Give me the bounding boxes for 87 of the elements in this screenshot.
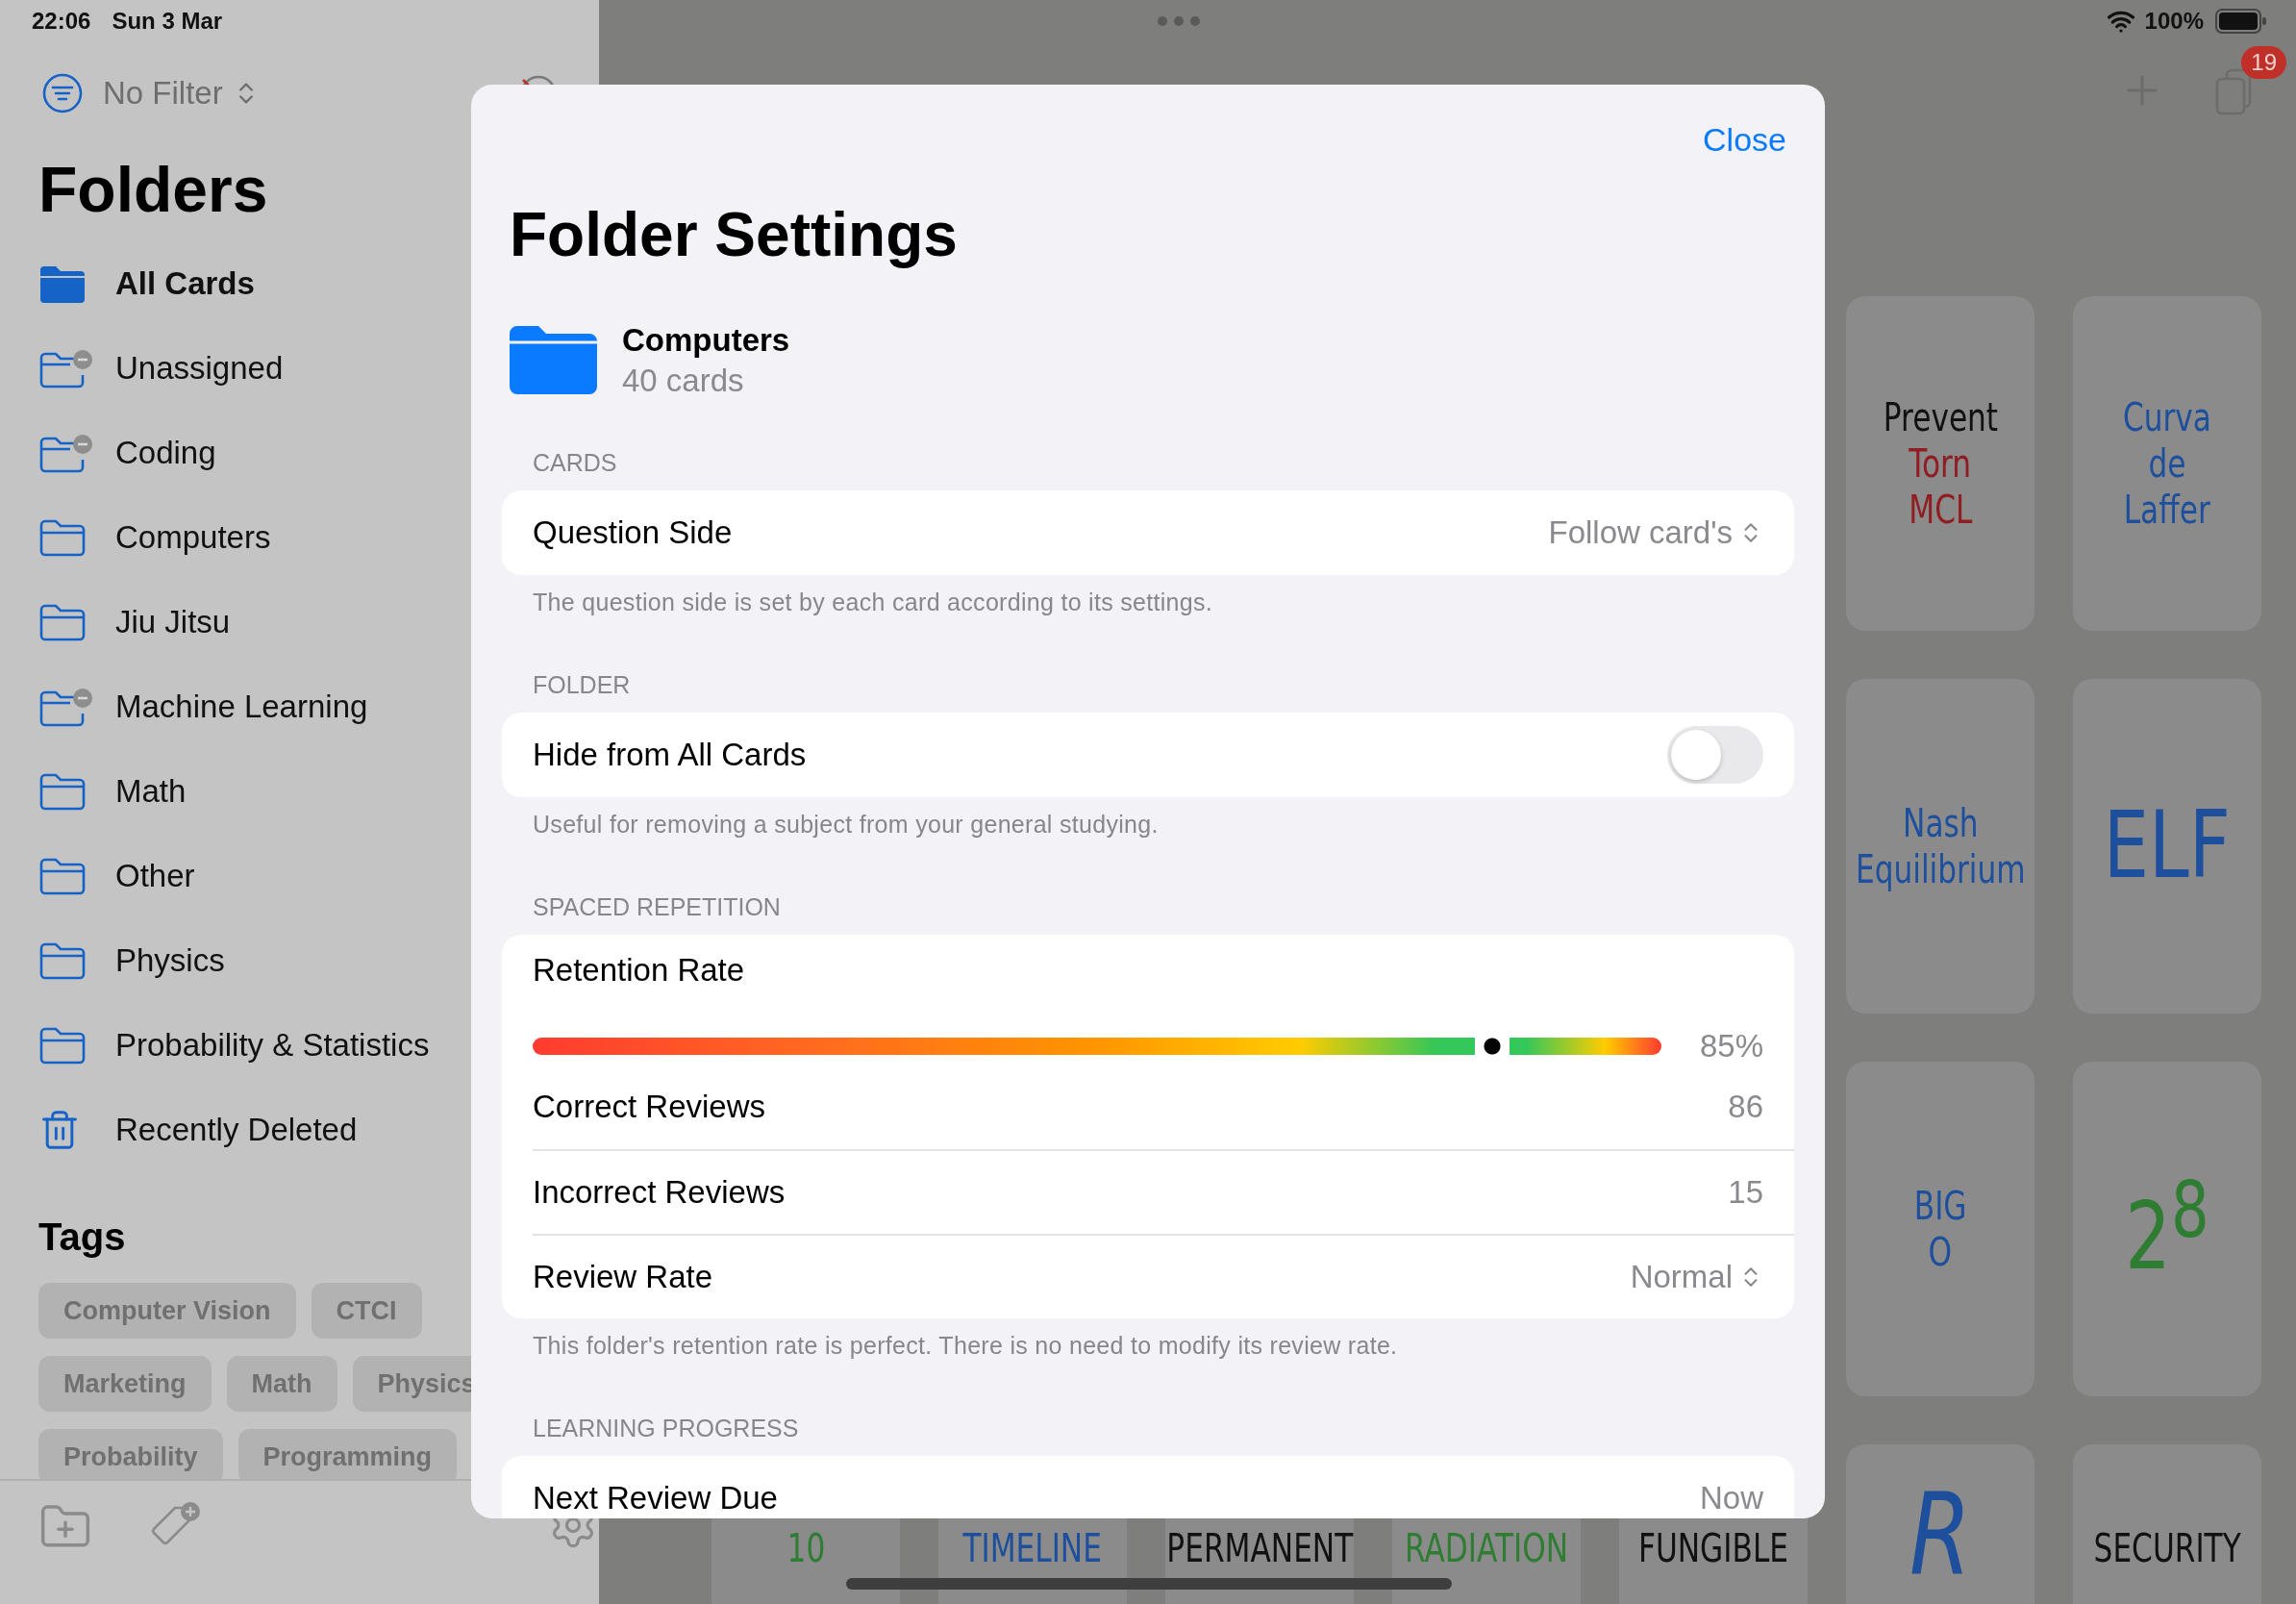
row-label: Hide from All Cards: [533, 737, 808, 773]
tag-chip[interactable]: Math: [226, 1356, 337, 1412]
count-badge: 19: [2241, 46, 2286, 79]
row-label: Incorrect Reviews: [533, 1174, 786, 1211]
folder-name: Computers: [622, 320, 790, 360]
folder-icon: [38, 772, 87, 811]
flash-card[interactable]: BIG O: [1846, 1062, 2034, 1396]
folder-item[interactable]: Math: [38, 749, 187, 834]
folder-icon: [38, 1026, 87, 1065]
card-text: TIMELINE: [962, 1525, 1103, 1571]
folder-icon: [38, 941, 87, 980]
folder-item[interactable]: Computers: [38, 495, 271, 580]
section-footnote: Useful for removing a subject from your general studying.: [533, 810, 1160, 839]
folder-icon: [38, 603, 87, 641]
section-footnote: The question side is set by each card according to its settings.: [533, 588, 1214, 616]
card-text: FUNGIBLE: [1638, 1525, 1788, 1571]
row-value: 86: [1728, 1089, 1763, 1125]
retention-slider[interactable]: [533, 1038, 1661, 1055]
card-text: Torn: [1909, 440, 1972, 487]
folder-item[interactable]: Coding: [38, 411, 216, 495]
folder-icon: [38, 264, 87, 303]
tag-chip[interactable]: Marketing: [38, 1356, 212, 1412]
card-text: O: [1928, 1229, 1953, 1275]
section-header: FOLDER: [533, 670, 632, 699]
picker-button[interactable]: Follow card's: [1548, 514, 1763, 551]
battery-percent: 100%: [2144, 8, 2204, 35]
card-text: Curva: [2123, 394, 2211, 440]
card-text: PERMANENT: [1166, 1525, 1353, 1571]
card-text: R: [1909, 1477, 1971, 1591]
row-value: Now: [1699, 1480, 1763, 1516]
slider-reading: 85%: [1699, 1028, 1763, 1065]
card-text: Equilibrium: [1855, 846, 2026, 892]
row-label: Review Rate: [533, 1259, 714, 1295]
more-dots-icon[interactable]: [1156, 15, 1201, 27]
flash-card[interactable]: SECURITY: [2073, 1444, 2261, 1604]
card-text: SECURITY: [2093, 1525, 2241, 1571]
tag-chip[interactable]: Programming: [237, 1429, 458, 1479]
folder-item[interactable]: Physics: [38, 918, 225, 1003]
section-footnote: This folder's retention rate is perfect. There is no need to modify its review rate.: [533, 1331, 1399, 1360]
folder-item[interactable]: Machine Learning: [38, 664, 368, 749]
status-date: Sun 3 Mar: [112, 8, 223, 35]
section-header: LEARNING PROGRESS: [533, 1414, 800, 1442]
section-header: CARDS: [533, 448, 618, 477]
folder-item[interactable]: Recently Deleted: [38, 1088, 358, 1172]
folder-item[interactable]: Other: [38, 834, 195, 918]
folder-icon: [38, 518, 87, 557]
filter-dropdown[interactable]: No Filter: [103, 75, 260, 112]
flash-card[interactable]: R: [1846, 1444, 2034, 1604]
flash-card[interactable]: Prevent Torn MCL: [1846, 296, 2034, 631]
status-time: 22:06: [32, 8, 91, 35]
flash-card[interactable]: ELF: [2073, 679, 2261, 1014]
flash-card[interactable]: Curva de Laffer: [2073, 296, 2261, 631]
card-text: Nash: [1902, 800, 1979, 846]
tag-chip[interactable]: Probability: [38, 1429, 223, 1479]
card-text: RADIATION: [1404, 1525, 1569, 1571]
picker-button[interactable]: Normal: [1630, 1259, 1763, 1295]
folder-item[interactable]: All Cards: [38, 241, 255, 326]
folder-item[interactable]: Jiu Jitsu: [38, 580, 231, 664]
folder-icon: [38, 857, 87, 895]
card-count: 40 cards: [622, 361, 745, 400]
folder-item[interactable]: Probability & Statistics: [38, 1003, 430, 1088]
tag-chip[interactable]: CTCI: [311, 1283, 422, 1339]
battery-icon: [2215, 9, 2267, 34]
card-text: BIG: [1913, 1183, 1967, 1229]
row-label: Retention Rate: [533, 952, 746, 990]
row-label: Next Review Due: [533, 1480, 779, 1516]
flash-card[interactable]: Nash Equilibrium: [1846, 679, 2034, 1014]
home-indicator[interactable]: [846, 1578, 1452, 1590]
filter-icon[interactable]: [41, 72, 84, 114]
card-text: Prevent: [1883, 394, 1998, 440]
close-button[interactable]: Close: [1703, 119, 1786, 160]
card-text: 2$^{8}$: [2125, 1165, 2209, 1293]
section-header: SPACED REPETITION: [533, 892, 782, 921]
folder-icon: [510, 326, 597, 394]
row-value: 15: [1728, 1174, 1763, 1211]
tag-chip[interactable]: Computer Vision: [38, 1283, 296, 1339]
card-text: de: [2148, 440, 2186, 487]
card-text: ELF: [2103, 790, 2232, 902]
modal-title: Folder Settings: [510, 199, 959, 271]
sidebar-title: Folders: [38, 153, 268, 227]
row-label: Question Side: [533, 514, 734, 551]
card-text: Laffer: [2124, 487, 2210, 533]
row-label: Correct Reviews: [533, 1089, 767, 1125]
folder-item[interactable]: Unassigned: [38, 326, 284, 411]
card-text: 10: [786, 1525, 825, 1571]
card-text: MCL: [1908, 487, 1973, 533]
tags-heading: Tags: [38, 1215, 126, 1260]
